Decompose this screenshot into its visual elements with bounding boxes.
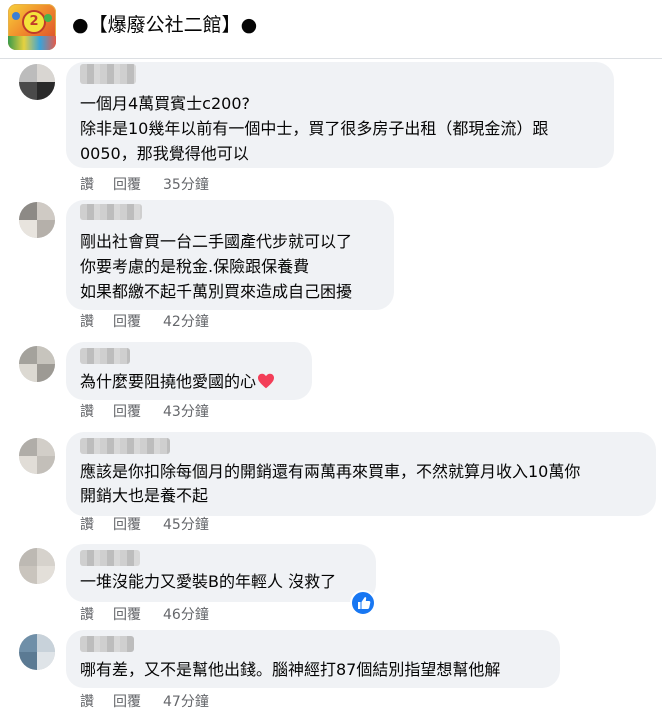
comment-text-line: 哪有差，又不是幫他出錢。腦神經打87個結別指望想幫他解 — [80, 660, 501, 679]
reply-link[interactable]: 回覆 — [113, 314, 141, 330]
timestamp-link[interactable]: 42分鐘 — [163, 314, 209, 330]
comment-bubble: 應該是你扣除每個月的開銷還有兩萬再來買車，不然就算月收入10萬你 開銷大也是養不… — [66, 432, 656, 516]
commenter-name-blurred[interactable] — [80, 64, 136, 84]
commenter-name-blurred[interactable] — [80, 204, 142, 220]
reply-link[interactable]: 回覆 — [113, 607, 141, 623]
commenter-avatar[interactable] — [19, 64, 55, 100]
reply-link[interactable]: 回覆 — [113, 177, 141, 193]
page-title[interactable]: ●【爆廢公社二館】● — [72, 12, 257, 38]
commenter-avatar[interactable] — [19, 634, 55, 670]
logo-badge: 2 — [22, 10, 46, 34]
commenter-avatar[interactable] — [19, 202, 55, 238]
comment-text: 為什麼要阻撓他愛國的心 — [80, 372, 257, 391]
logo-band — [8, 36, 56, 50]
comment-bubble: 剛出社會買一台二手國產代步就可以了 你要考慮的是稅金.保險跟保養費 如果都繳不起… — [66, 200, 394, 310]
commenter-avatar[interactable] — [19, 438, 55, 474]
page-header: 2 ●【爆廢公社二館】● — [0, 0, 662, 58]
header-divider — [0, 58, 662, 59]
like-link[interactable]: 讚 — [80, 607, 94, 623]
timestamp-link[interactable]: 43分鐘 — [163, 404, 209, 420]
reply-link[interactable]: 回覆 — [113, 404, 141, 420]
comment-text-line: 一堆沒能力又愛裝B的年輕人 沒救了 — [80, 572, 337, 591]
timestamp-link[interactable]: 35分鐘 — [163, 177, 209, 193]
timestamp-link[interactable]: 46分鐘 — [163, 607, 209, 623]
logo-decoration — [12, 12, 20, 20]
comment-text-line: 除非是10幾年以前有一個中士，買了很多房子出租（都現金流）跟 — [80, 119, 549, 138]
comment-text-line: 一個月4萬買賓士c200? — [80, 94, 251, 113]
comment-text-line: 為什麼要阻撓他愛國的心 — [80, 370, 275, 394]
commenter-avatar[interactable] — [19, 346, 55, 382]
commenter-name-blurred[interactable] — [80, 348, 130, 364]
page-logo-icon[interactable]: 2 — [8, 4, 56, 50]
heart-icon — [258, 373, 275, 389]
commenter-avatar[interactable] — [19, 548, 55, 584]
comment-bubble: 為什麼要阻撓他愛國的心 — [66, 342, 312, 400]
comment-text-line: 你要考慮的是稅金.保險跟保養費 — [80, 257, 310, 276]
comment-text-line: 應該是你扣除每個月的開銷還有兩萬再來買車，不然就算月收入10萬你 — [80, 462, 581, 481]
comment-text-line: 剛出社會買一台二手國產代步就可以了 — [80, 232, 353, 251]
thumbs-up-reaction-icon[interactable] — [350, 590, 376, 616]
comment-text-line: 如果都繳不起千萬別買來造成自己困擾 — [80, 282, 353, 301]
comment-bubble: 一堆沒能力又愛裝B的年輕人 沒救了 — [66, 544, 376, 616]
logo-decoration — [44, 14, 52, 22]
reply-link[interactable]: 回覆 — [113, 517, 141, 533]
like-link[interactable]: 讚 — [80, 404, 94, 420]
commenter-name-blurred[interactable] — [80, 636, 134, 652]
like-link[interactable]: 讚 — [80, 177, 94, 193]
timestamp-link[interactable]: 45分鐘 — [163, 517, 209, 533]
comment-text-line: 0050，那我覺得他可以 — [80, 144, 249, 163]
like-link[interactable]: 讚 — [80, 517, 94, 533]
comment-bubble: 哪有差，又不是幫他出錢。腦神經打87個結別指望想幫他解 — [66, 630, 560, 688]
thumbs-up-icon — [358, 597, 371, 609]
comment-text-line: 開銷大也是養不起 — [80, 486, 209, 505]
commenter-name-blurred[interactable] — [80, 438, 170, 454]
commenter-name-blurred[interactable] — [80, 550, 140, 566]
comment-bubble: 一個月4萬買賓士c200? 除非是10幾年以前有一個中士，買了很多房子出租（都現… — [66, 62, 614, 168]
like-link[interactable]: 讚 — [80, 314, 94, 330]
